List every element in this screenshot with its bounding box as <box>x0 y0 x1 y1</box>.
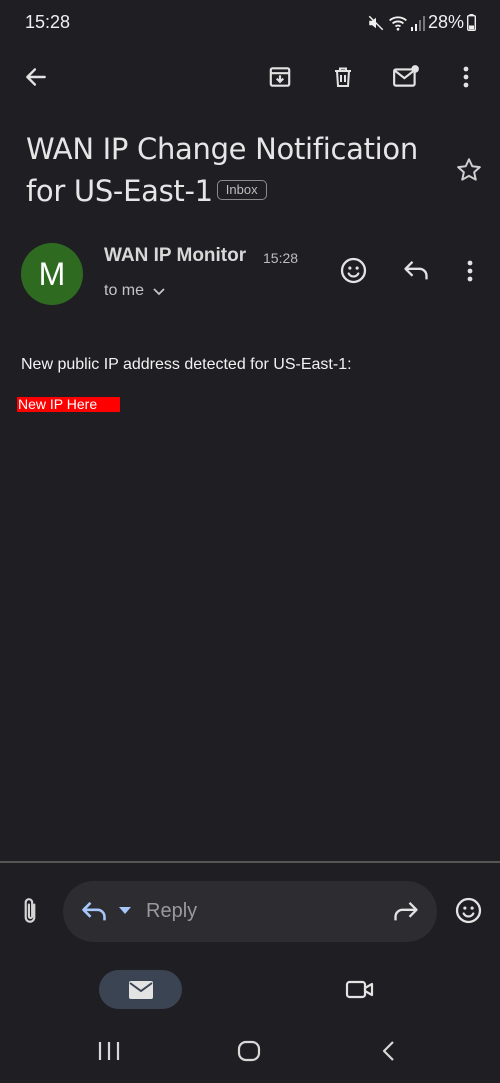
signal-icon <box>410 15 425 31</box>
reply-placeholder[interactable]: Reply <box>146 900 197 923</box>
home-icon[interactable] <box>237 1040 261 1062</box>
back-icon[interactable] <box>380 1040 396 1062</box>
email-subject: WAN IP Change Notification for US-East-1… <box>26 128 446 212</box>
reply-type-dropdown-icon[interactable] <box>118 906 132 916</box>
chevron-down-icon <box>152 286 166 296</box>
meet-video-icon[interactable] <box>345 976 375 1002</box>
mark-unread-icon[interactable] <box>390 61 422 93</box>
sender-avatar[interactable]: M <box>21 243 83 305</box>
mail-icon <box>128 980 154 1000</box>
delete-icon[interactable] <box>327 61 359 93</box>
forward-icon[interactable] <box>392 898 420 924</box>
sender-time: 15:28 <box>263 250 299 266</box>
recents-icon[interactable] <box>97 1041 121 1061</box>
status-time: 15:28 <box>25 12 71 32</box>
sender-name: WAN IP Monitor <box>104 245 247 266</box>
reply-icon[interactable] <box>402 257 430 283</box>
battery-percent: 28% <box>427 12 464 32</box>
emoji-reaction-icon[interactable] <box>339 256 368 285</box>
email-body-text: New public IP address detected for US-Ea… <box>21 356 352 373</box>
status-icons: 28% <box>367 12 476 33</box>
archive-icon[interactable] <box>264 61 296 93</box>
ip-highlight-text: New IP Here <box>17 397 120 412</box>
wifi-icon <box>388 14 408 32</box>
emoji-icon[interactable] <box>454 896 483 925</box>
more-vert-icon[interactable] <box>450 61 482 93</box>
recipient-text: to me <box>104 282 145 299</box>
inbox-label-badge[interactable]: Inbox <box>216 180 267 200</box>
battery-icon <box>467 14 476 31</box>
message-more-icon[interactable] <box>466 259 474 283</box>
recipient-details-toggle[interactable]: to me <box>104 282 166 300</box>
reply-arrow-icon[interactable] <box>80 898 108 924</box>
star-icon[interactable] <box>455 156 483 184</box>
attachment-icon[interactable] <box>18 896 42 926</box>
nav-mail-tab[interactable] <box>99 970 182 1009</box>
divider <box>0 861 500 863</box>
mute-icon <box>367 14 385 32</box>
back-arrow-icon[interactable] <box>20 61 52 93</box>
